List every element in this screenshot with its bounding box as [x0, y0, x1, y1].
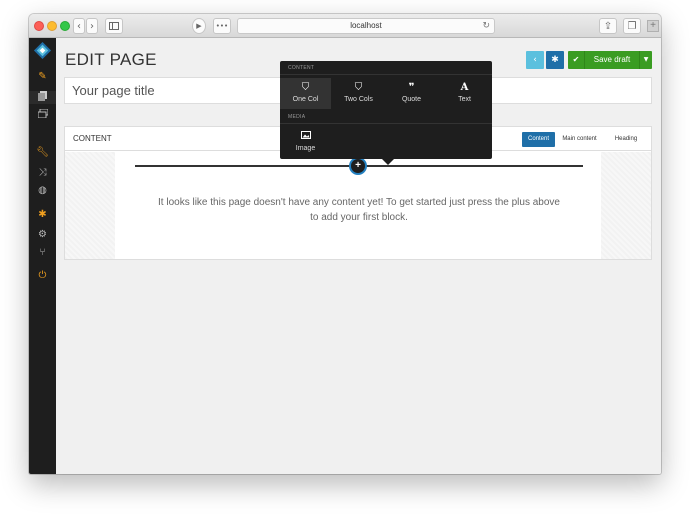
- wrench-icon[interactable]: 🔧︎: [36, 146, 49, 159]
- forward-button[interactable]: ›: [86, 18, 98, 34]
- browser-toolbar: ‹ › ▶ ••• localhost ↻ ⇪ ❐ +: [29, 14, 661, 38]
- block-picker-popover: CONTENT ⛉ One Col ⛉ Two Cols ❞ Quote A T…: [280, 61, 492, 165]
- power-icon[interactable]: ⏻: [36, 269, 49, 282]
- quote-icon: ❞: [408, 82, 415, 93]
- block-label: Quote: [401, 96, 422, 103]
- html5-icon: ⛉: [301, 82, 310, 93]
- block-label: Two Cols: [344, 96, 373, 103]
- minimize-window-button[interactable]: [47, 21, 57, 31]
- globe-icon[interactable]: ◍: [36, 184, 49, 197]
- close-window-button[interactable]: [34, 21, 44, 31]
- html5-icon: ⛉: [354, 82, 363, 93]
- pages-nav-item[interactable]: [29, 91, 56, 104]
- app-sidebar: ✎ 🔧︎ ⤨ ◍ ✱ ⚙ ⑂ ⏻: [29, 38, 56, 474]
- page-heading: EDIT PAGE: [65, 50, 157, 69]
- check-icon: ✔: [568, 51, 585, 69]
- add-block-button[interactable]: +: [349, 157, 367, 175]
- extension-button[interactable]: ▶: [192, 18, 206, 34]
- more-dots-icon: •••: [215, 22, 229, 30]
- save-draft-label: Save draft: [593, 55, 631, 64]
- panel-label: CONTENT: [73, 134, 112, 143]
- divider: [280, 74, 492, 75]
- gear-icon[interactable]: ✱: [36, 208, 49, 221]
- zoom-window-button[interactable]: [60, 21, 70, 31]
- text-a-icon: A: [460, 82, 469, 93]
- block-label: Text: [458, 96, 471, 103]
- empty-state-message: It looks like this page doesn't have any…: [158, 197, 560, 223]
- block-two-cols[interactable]: ⛉ Two Cols: [333, 78, 384, 109]
- images-nav-item[interactable]: [36, 108, 49, 122]
- images-icon: [37, 108, 48, 119]
- tab-content[interactable]: Content: [522, 132, 555, 147]
- tab-main-content[interactable]: Main content: [558, 132, 601, 147]
- gears-icon[interactable]: ⚙: [36, 228, 49, 241]
- section-label-media: MEDIA: [288, 114, 306, 120]
- block-label: One Col: [292, 96, 319, 103]
- gear-icon: ✱: [551, 55, 559, 65]
- block-quote[interactable]: ❞ Quote: [386, 78, 437, 109]
- share-icon: ⇪: [603, 20, 613, 32]
- save-draft-button[interactable]: ✔ Save draft ▼: [568, 51, 652, 69]
- play-icon: ▶: [196, 22, 202, 30]
- block-one-col[interactable]: ⛉ One Col: [280, 78, 331, 109]
- image-icon: [280, 131, 331, 142]
- browser-window: ‹ › ▶ ••• localhost ↻ ⇪ ❐ + ✎ 🔧︎ ⤨ ◍ ✱ ⚙…: [29, 14, 661, 474]
- main-content: EDIT PAGE ‹ ✱ ✔ Save draft ▼ Your page t…: [56, 38, 661, 474]
- address-bar[interactable]: localhost ↻: [237, 18, 495, 34]
- plus-icon: +: [355, 160, 361, 171]
- more-button[interactable]: •••: [213, 18, 231, 34]
- block-label: Image: [295, 145, 316, 152]
- pencil-icon[interactable]: ✎: [36, 70, 49, 83]
- block-image[interactable]: Image: [280, 127, 331, 158]
- shuffle-icon[interactable]: ⤨: [36, 166, 49, 179]
- tab-heading[interactable]: Heading: [606, 132, 646, 147]
- tabs-icon: ❐: [627, 20, 637, 32]
- url-text: localhost: [350, 21, 382, 30]
- right-gutter: [601, 152, 651, 259]
- sidebar-icon: [109, 22, 119, 30]
- collapse-button[interactable]: ‹: [526, 51, 544, 69]
- section-label-content: CONTENT: [288, 65, 315, 71]
- chevron-left-icon: ‹: [77, 20, 81, 32]
- share-button[interactable]: ⇪: [599, 18, 617, 34]
- caret-down-icon[interactable]: ▼: [639, 51, 652, 69]
- reload-icon[interactable]: ↻: [482, 19, 490, 33]
- tabs-overview-button[interactable]: ❐: [623, 18, 641, 34]
- pages-icon: [38, 91, 47, 101]
- settings-button[interactable]: ✱: [546, 51, 564, 69]
- block-text[interactable]: A Text: [439, 78, 490, 109]
- left-gutter: [65, 152, 115, 259]
- branch-icon[interactable]: ⑂: [36, 246, 49, 259]
- sidebar-toggle-button[interactable]: [105, 18, 123, 34]
- chevron-left-icon: ‹: [533, 55, 537, 65]
- chevron-right-icon: ›: [90, 20, 94, 32]
- divider: [280, 123, 492, 124]
- back-button[interactable]: ‹: [73, 18, 85, 34]
- app-logo[interactable]: [33, 41, 52, 60]
- new-tab-button[interactable]: +: [647, 20, 659, 32]
